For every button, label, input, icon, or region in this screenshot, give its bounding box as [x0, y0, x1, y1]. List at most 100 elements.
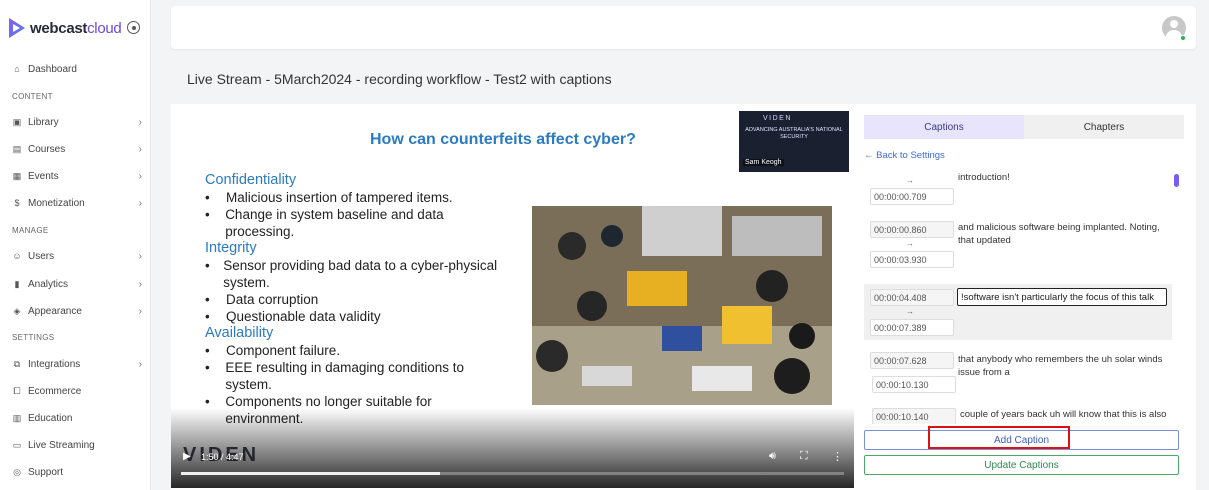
library-icon: ▣	[12, 116, 22, 127]
sidebar-item-label: Courses	[28, 143, 66, 155]
tab-captions[interactable]: Captions	[864, 115, 1024, 139]
sidebar-item-label: Ecommerce	[28, 385, 82, 397]
top-bar	[171, 6, 1196, 49]
brand-logo[interactable]: webcastcloud	[8, 17, 122, 39]
slide-heading: Integrity	[205, 240, 257, 256]
appearance-icon: ◈	[13, 305, 21, 316]
slide-bullet: • Sensor providing bad data to a cyber-ph…	[205, 258, 498, 290]
sidebar-toggle-button[interactable]	[127, 21, 140, 34]
speaker-name: Sam Keogh	[743, 159, 784, 166]
update-captions-button[interactable]: Update Captions	[864, 455, 1179, 475]
sidebar-item-label: Appearance	[28, 305, 82, 317]
slide-bullet: • Data corruption	[205, 292, 319, 307]
sidebar-item-label: Events	[28, 170, 59, 182]
section-label-content: CONTENT	[12, 92, 53, 101]
caption-text[interactable]: and malicious software being implanted. …	[958, 221, 1168, 247]
slide-heading: Availability	[205, 325, 274, 341]
sidebar-item-ecommerce[interactable]: ⧠ Ecommerce	[12, 382, 142, 400]
caption-start-input[interactable]	[870, 352, 954, 369]
caption-end-input[interactable]	[870, 251, 954, 268]
caption-row: that anybody who remembers the uh solar …	[864, 350, 1172, 398]
fullscreen-icon[interactable]: ⛶	[800, 450, 808, 463]
chevron-right-icon: ›	[138, 358, 142, 370]
sidebar-item-label: Analytics	[28, 278, 69, 290]
circuit-board-image-icon	[532, 206, 832, 405]
controls-overlay	[171, 408, 854, 488]
caption-text[interactable]: introduction!	[958, 171, 1168, 184]
online-status-icon	[1180, 35, 1186, 41]
speaker-camera-overlay: VIDEN ADVANCING AUSTRALIA'S NATIONAL SEC…	[739, 111, 849, 172]
more-options-icon[interactable]: ⋮	[832, 450, 843, 463]
caption-text-input[interactable]	[957, 288, 1167, 306]
caption-start-input[interactable]	[872, 408, 956, 424]
caption-end-input[interactable]	[872, 376, 956, 393]
avatar-head-icon	[1170, 20, 1178, 28]
support-icon: ◎	[13, 466, 21, 477]
section-label-settings: SETTINGS	[12, 333, 55, 342]
caption-list-scrollbar[interactable]	[1174, 174, 1179, 187]
slide-heading: Confidentiality	[205, 172, 297, 188]
slide-text: Confidentiality • Malicious insertion of …	[205, 172, 505, 427]
slide-bullet: • Malicious insertion of tampered items.	[205, 190, 453, 205]
caption-start-input[interactable]	[870, 289, 954, 306]
slide-photo-electronic-components	[532, 206, 832, 405]
book-icon: ▥	[12, 412, 22, 423]
caption-row: → introduction!	[864, 168, 1172, 208]
caption-text[interactable]: that anybody who remembers the uh solar …	[958, 353, 1168, 379]
caption-row: couple of years back uh will know that t…	[864, 406, 1172, 424]
video-progress-bar[interactable]	[181, 472, 844, 475]
slide-bullet: • Questionable data validity	[205, 309, 381, 324]
add-caption-button[interactable]: Add Caption	[864, 430, 1179, 450]
sidebar-item-education[interactable]: ▥ Education	[12, 409, 142, 427]
calendar-icon: ▦	[12, 170, 22, 181]
sidebar-item-label: Library	[28, 116, 59, 128]
ecommerce-icon: ⧠	[13, 385, 21, 396]
arrow-right-icon: →	[906, 176, 914, 185]
sidebar-item-live-streaming[interactable]: ▭ Live Streaming	[12, 436, 142, 454]
slide-bullet: • EEE resulting in damaging conditions to…	[205, 360, 464, 392]
sidebar: webcastcloud ⌂ Dashboard CONTENT ▣ Libra…	[0, 0, 151, 490]
sidebar-item-events[interactable]: ▦ Events ›	[12, 167, 142, 185]
sidebar-item-label: Live Streaming	[28, 439, 95, 451]
chevron-right-icon: ›	[138, 305, 142, 317]
sidebar-item-label: Support	[28, 466, 64, 478]
chevron-right-icon: ›	[138, 143, 142, 155]
slide-bullet: • Component failure.	[205, 343, 341, 358]
chevron-right-icon: ›	[138, 278, 142, 290]
sidebar-item-appearance[interactable]: ◈ Appearance ›	[12, 302, 142, 320]
page-title: Live Stream - 5March2024 - recording wor…	[187, 71, 612, 87]
sidebar-item-monetization[interactable]: $ Monetization ›	[12, 194, 142, 212]
volume-icon[interactable]: 🔊︎	[769, 450, 776, 463]
video-time: 1:50 / 4:47	[201, 452, 244, 462]
caption-text[interactable]: couple of years back uh will know that t…	[960, 408, 1170, 421]
chevron-right-icon: ›	[138, 250, 142, 262]
sidebar-item-integrations[interactable]: ⧉ Integrations ›	[12, 355, 142, 373]
sidebar-item-analytics[interactable]: ▮ Analytics ›	[12, 275, 142, 293]
video-progress-fill	[181, 472, 440, 475]
tab-chapters[interactable]: Chapters	[1024, 115, 1184, 139]
caption-row-active: →	[864, 284, 1172, 340]
chevron-right-icon: ›	[138, 197, 142, 209]
sidebar-item-courses[interactable]: ▤ Courses ›	[12, 140, 142, 158]
caption-list: → introduction! → and malicious software…	[864, 168, 1180, 424]
camera-brand: VIDEN	[763, 115, 792, 122]
integrations-icon: ⧉	[13, 358, 21, 369]
slide-bullet: • Change in system baseline and data proc…	[205, 207, 444, 239]
caption-end-input[interactable]	[870, 319, 954, 336]
sidebar-item-dashboard[interactable]: ⌂ Dashboard	[12, 60, 142, 78]
arrow-right-icon: →	[906, 239, 914, 248]
back-to-settings-link[interactable]: ← Back to Settings	[864, 150, 945, 161]
play-icon[interactable]: ▶	[183, 451, 193, 463]
section-label-manage: MANAGE	[12, 226, 49, 235]
sidebar-item-label: Monetization	[28, 197, 85, 209]
arrow-right-icon: →	[906, 307, 914, 316]
logo-play-icon	[9, 18, 25, 38]
sidebar-item-support[interactable]: ◎ Support	[12, 463, 142, 481]
dollar-icon: $	[14, 198, 20, 208]
caption-end-input[interactable]	[870, 188, 954, 205]
caption-start-input[interactable]	[870, 221, 954, 238]
sidebar-item-library[interactable]: ▣ Library ›	[12, 113, 142, 131]
sidebar-item-users[interactable]: ☺ Users ›	[12, 247, 142, 265]
sidebar-item-label: Dashboard	[28, 63, 77, 75]
video-player[interactable]: How can counterfeits affect cyber? Confi…	[171, 104, 854, 488]
